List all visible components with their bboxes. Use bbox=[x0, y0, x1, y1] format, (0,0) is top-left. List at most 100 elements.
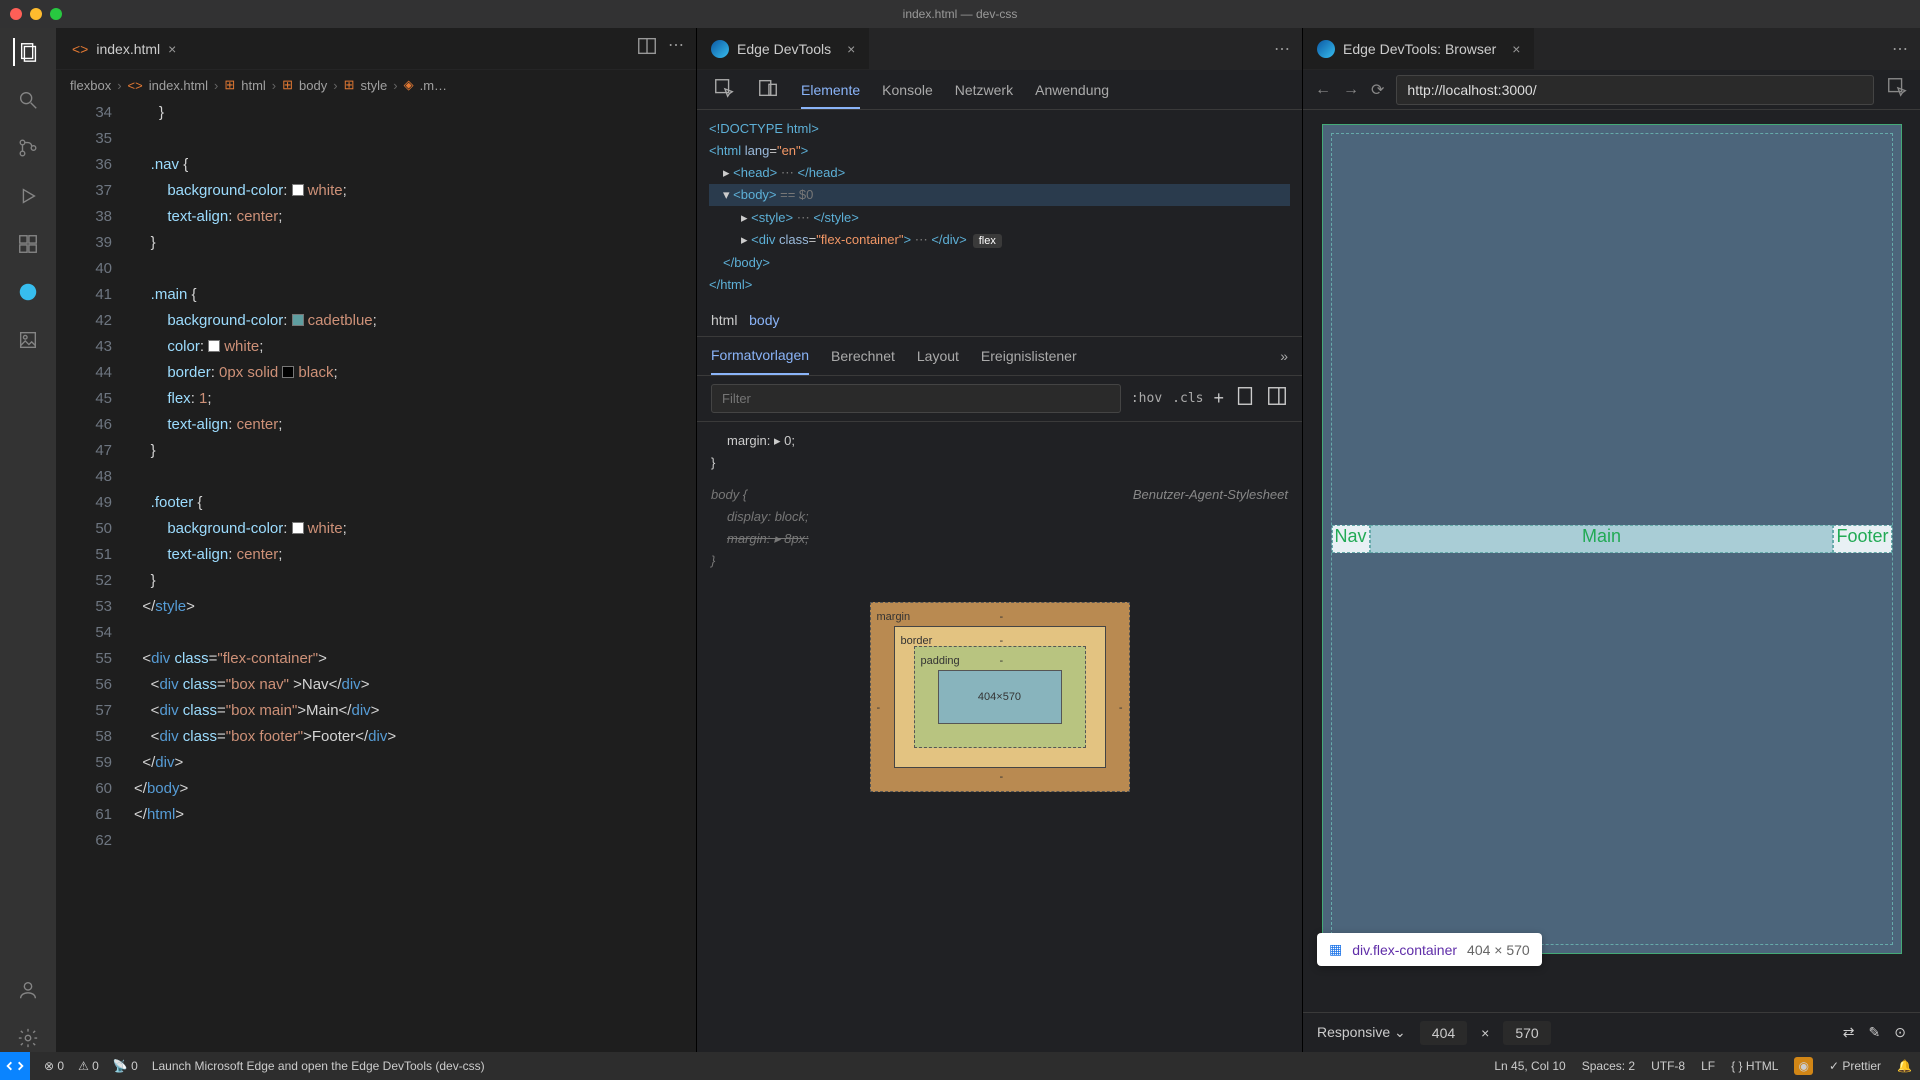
notifications-icon[interactable]: 🔔 bbox=[1897, 1059, 1912, 1073]
cls-toggle[interactable]: .cls bbox=[1172, 391, 1203, 406]
devtools-toolbar: Elemente Konsole Netzwerk Anwendung bbox=[697, 70, 1302, 110]
width-input[interactable]: 404 bbox=[1420, 1021, 1467, 1045]
rotate-icon[interactable]: ⇄ bbox=[1843, 1024, 1855, 1041]
close-tab-icon[interactable]: × bbox=[847, 41, 855, 57]
close-tab-icon[interactable]: × bbox=[1512, 41, 1520, 57]
eol[interactable]: LF bbox=[1701, 1059, 1715, 1073]
address-bar[interactable] bbox=[1396, 75, 1874, 105]
highlight-overlay: Nav Main Footer bbox=[1322, 124, 1902, 954]
add-rule-icon[interactable]: + bbox=[1213, 388, 1224, 409]
more-actions-icon[interactable]: ⋯ bbox=[1892, 39, 1908, 59]
tag-icon: ⊞ bbox=[282, 77, 293, 93]
styles-toolbar: :hov .cls + bbox=[697, 376, 1302, 422]
layout-icon: ▦ bbox=[1329, 941, 1342, 958]
more-tabs-icon[interactable]: » bbox=[1280, 348, 1288, 364]
edge-icon bbox=[1317, 40, 1335, 58]
close-window-icon[interactable] bbox=[10, 8, 22, 20]
editor-panel: <> index.html × ⋯ flexbox› <>index.html›… bbox=[56, 28, 696, 1052]
edge-status-icon[interactable]: ◉ bbox=[1794, 1057, 1812, 1075]
box-model-diagram[interactable]: margin---- border- padding- 404×570 bbox=[870, 602, 1130, 792]
tab-label: index.html bbox=[96, 41, 160, 57]
remote-icon[interactable] bbox=[0, 1052, 30, 1080]
element-tooltip: ▦ div.flex-container 404 × 570 bbox=[1317, 933, 1542, 966]
explorer-icon[interactable] bbox=[13, 38, 41, 66]
screenshot-icon[interactable]: ✎ bbox=[1869, 1024, 1881, 1041]
source-control-icon[interactable] bbox=[14, 134, 42, 162]
responsive-bar: Responsive ⌄ 404 × 570 ⇄ ✎ ⊙ bbox=[1303, 1012, 1920, 1052]
ports-count[interactable]: 📡 0 bbox=[113, 1059, 138, 1073]
more-icon[interactable]: ⊙ bbox=[1894, 1024, 1906, 1041]
activity-bar bbox=[0, 28, 56, 1052]
settings-gear-icon[interactable] bbox=[14, 1024, 42, 1052]
flex-container-preview: Nav Main Footer bbox=[1332, 525, 1892, 553]
inspect-icon[interactable] bbox=[1886, 76, 1908, 103]
hov-toggle[interactable]: :hov bbox=[1131, 391, 1162, 406]
panel-icon[interactable] bbox=[1266, 385, 1288, 412]
tab-console[interactable]: Konsole bbox=[882, 82, 933, 98]
browser-toolbar: ← → ⟳ bbox=[1303, 70, 1920, 110]
tab-index-html[interactable]: <> index.html × bbox=[56, 28, 190, 69]
split-editor-icon[interactable] bbox=[636, 35, 658, 62]
gallery-icon[interactable] bbox=[14, 326, 42, 354]
maximize-window-icon[interactable] bbox=[50, 8, 62, 20]
tab-styles[interactable]: Formatvorlagen bbox=[711, 347, 809, 375]
device-toggle-icon[interactable] bbox=[757, 77, 779, 102]
responsive-dropdown[interactable]: Responsive ⌄ bbox=[1317, 1024, 1406, 1041]
window-titlebar: index.html — dev-css bbox=[0, 0, 1920, 28]
forward-icon[interactable]: → bbox=[1343, 81, 1359, 99]
browser-panel: Edge DevTools: Browser × ⋯ ← → ⟳ Nav Mai… bbox=[1302, 28, 1920, 1052]
inspect-element-icon[interactable] bbox=[713, 77, 735, 102]
tab-layout[interactable]: Layout bbox=[917, 348, 959, 364]
device-icon[interactable] bbox=[1234, 385, 1256, 412]
close-tab-icon[interactable]: × bbox=[168, 41, 176, 57]
extensions-icon[interactable] bbox=[14, 230, 42, 258]
cursor-position[interactable]: Ln 45, Col 10 bbox=[1494, 1059, 1565, 1073]
code-editor[interactable]: 3435363738394041424344454647484950515253… bbox=[56, 100, 696, 1052]
footer-box: Footer bbox=[1833, 525, 1891, 553]
tab-edge-devtools[interactable]: Edge DevTools × bbox=[697, 28, 869, 69]
tab-application[interactable]: Anwendung bbox=[1035, 82, 1109, 98]
warnings-count[interactable]: ⚠ 0 bbox=[78, 1059, 99, 1073]
height-input[interactable]: 570 bbox=[1503, 1021, 1550, 1045]
styles-filter-input[interactable] bbox=[711, 384, 1121, 413]
html-file-icon: <> bbox=[128, 78, 143, 93]
back-icon[interactable]: ← bbox=[1315, 81, 1331, 99]
html-file-icon: <> bbox=[72, 41, 88, 57]
style-rules[interactable]: margin: ▸ 0; } body {Benutzer-Agent-Styl… bbox=[697, 422, 1302, 800]
editor-tabs: <> index.html × ⋯ bbox=[56, 28, 696, 70]
reload-icon[interactable]: ⟳ bbox=[1371, 80, 1384, 100]
language-mode[interactable]: { } HTML bbox=[1731, 1059, 1778, 1073]
errors-count[interactable]: ⊗ 0 bbox=[44, 1059, 64, 1073]
tab-listeners[interactable]: Ereignislistener bbox=[981, 348, 1077, 364]
tab-elements[interactable]: Elemente bbox=[801, 82, 860, 109]
nav-box: Nav bbox=[1332, 525, 1370, 553]
launch-hint[interactable]: Launch Microsoft Edge and open the Edge … bbox=[152, 1059, 485, 1073]
dom-breadcrumb[interactable]: html body bbox=[697, 304, 1302, 336]
tab-computed[interactable]: Berechnet bbox=[831, 348, 895, 364]
edge-tools-icon[interactable] bbox=[14, 278, 42, 306]
breadcrumb[interactable]: flexbox› <>index.html› ⊞html› ⊞body› ⊞st… bbox=[56, 70, 696, 100]
more-actions-icon[interactable]: ⋯ bbox=[668, 35, 684, 62]
styles-subtabs: Formatvorlagen Berechnet Layout Ereignis… bbox=[697, 336, 1302, 376]
minimize-window-icon[interactable] bbox=[30, 8, 42, 20]
encoding[interactable]: UTF-8 bbox=[1651, 1059, 1685, 1073]
tab-edge-browser[interactable]: Edge DevTools: Browser × bbox=[1303, 28, 1534, 69]
tag-icon: ⊞ bbox=[224, 77, 235, 93]
accounts-icon[interactable] bbox=[14, 976, 42, 1004]
browser-viewport[interactable]: Nav Main Footer ▦ div.flex-container 404… bbox=[1303, 110, 1920, 1012]
search-icon[interactable] bbox=[14, 86, 42, 114]
indent-setting[interactable]: Spaces: 2 bbox=[1582, 1059, 1635, 1073]
devtools-panel: Edge DevTools × ⋯ Elemente Konsole Netzw… bbox=[696, 28, 1302, 1052]
prettier-status[interactable]: Prettier bbox=[1829, 1059, 1881, 1073]
edge-icon bbox=[711, 40, 729, 58]
status-bar: ⊗ 0 ⚠ 0 📡 0 Launch Microsoft Edge and op… bbox=[0, 1052, 1920, 1080]
selector-icon: ◈ bbox=[404, 77, 414, 93]
run-debug-icon[interactable] bbox=[14, 182, 42, 210]
dom-tree[interactable]: <!DOCTYPE html> <html lang="en"> ▸ <head… bbox=[697, 110, 1302, 304]
traffic-lights bbox=[10, 8, 62, 20]
main-box: Main bbox=[1370, 525, 1834, 553]
tag-icon: ⊞ bbox=[344, 77, 355, 93]
more-actions-icon[interactable]: ⋯ bbox=[1274, 39, 1290, 59]
tab-network[interactable]: Netzwerk bbox=[955, 82, 1013, 98]
window-title: index.html — dev-css bbox=[903, 7, 1018, 21]
